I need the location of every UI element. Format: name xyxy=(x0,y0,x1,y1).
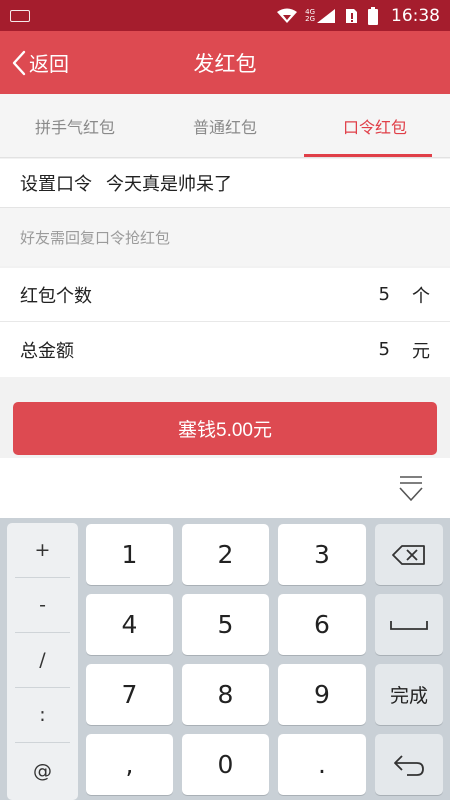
key-0[interactable]: 0 xyxy=(182,734,269,795)
key-period[interactable]: . xyxy=(278,734,366,795)
tab-normal-packet[interactable]: 普通红包 xyxy=(150,94,300,157)
key-8[interactable]: 8 xyxy=(182,664,269,725)
keyboard-indicator-icon xyxy=(10,9,30,22)
key-6[interactable]: 6 xyxy=(278,594,366,655)
signal-icon: 4G 2G xyxy=(305,8,335,23)
put-money-button[interactable]: 塞钱5.00元 xyxy=(13,402,437,455)
packet-count-label: 红包个数 xyxy=(20,285,92,307)
wifi-icon xyxy=(277,8,298,23)
page-title: 发红包 xyxy=(193,51,257,76)
symbol-key[interactable]: : xyxy=(15,688,70,743)
space-key[interactable] xyxy=(375,594,443,655)
total-amount-input[interactable]: 5 xyxy=(379,339,390,360)
tab-bar: 拼手气红包 普通红包 口令红包 xyxy=(0,94,450,158)
total-amount-label: 总金额 xyxy=(20,340,74,362)
key-9[interactable]: 9 xyxy=(278,664,366,725)
network-type-bottom: 2G xyxy=(305,14,315,23)
key-4[interactable]: 4 xyxy=(86,594,173,655)
space-icon xyxy=(390,620,428,630)
passcode-field[interactable]: 设置口令 今天真是帅呆了 xyxy=(0,159,450,208)
symbol-key[interactable]: / xyxy=(15,633,70,688)
total-amount-unit: 元 xyxy=(412,340,430,362)
status-time: 16:38 xyxy=(391,5,440,26)
numeric-keyboard: + - / : @ 1 2 3 4 5 6 7 8 9 完成 , 0 . xyxy=(0,518,450,800)
sim-alert-icon xyxy=(346,8,357,23)
packet-count-unit: 个 xyxy=(412,285,430,307)
packet-count-input[interactable]: 5 xyxy=(379,284,390,305)
passcode-label: 设置口令 xyxy=(20,174,92,195)
back-button[interactable]: 返回 xyxy=(12,31,69,94)
symbol-key[interactable]: @ xyxy=(15,743,70,798)
passcode-hint-text: 好友需回复口令抢红包 xyxy=(20,228,171,247)
backspace-icon xyxy=(392,544,425,565)
nav-bar: 返回 发红包 xyxy=(0,31,450,94)
key-2[interactable]: 2 xyxy=(182,524,269,585)
passcode-value[interactable]: 今天真是帅呆了 xyxy=(106,170,232,196)
enter-key[interactable] xyxy=(375,734,443,795)
enter-icon xyxy=(394,754,424,776)
back-label: 返回 xyxy=(29,52,69,76)
chevron-left-icon xyxy=(12,50,26,75)
symbol-key[interactable]: - xyxy=(15,578,70,633)
hide-keyboard-icon[interactable] xyxy=(398,474,424,502)
key-5[interactable]: 5 xyxy=(182,594,269,655)
backspace-key[interactable] xyxy=(375,524,443,585)
key-comma[interactable]: , xyxy=(86,734,173,795)
total-amount-row[interactable]: 总金额 5 元 xyxy=(0,322,450,377)
symbol-column[interactable]: + - / : @ xyxy=(7,523,78,800)
battery-icon xyxy=(368,6,378,25)
passcode-hint: 好友需回复口令抢红包 xyxy=(0,208,450,266)
key-1[interactable]: 1 xyxy=(86,524,173,585)
symbol-key[interactable]: + xyxy=(15,523,70,578)
packet-count-row[interactable]: 红包个数 5 个 xyxy=(0,268,450,322)
keyboard-toolbar xyxy=(0,458,450,518)
key-3[interactable]: 3 xyxy=(278,524,366,585)
key-7[interactable]: 7 xyxy=(86,664,173,725)
status-bar: 4G 2G 16:38 xyxy=(0,0,450,31)
tab-lucky-packet[interactable]: 拼手气红包 xyxy=(0,94,150,157)
tab-passcode-packet[interactable]: 口令红包 xyxy=(300,94,450,157)
done-key[interactable]: 完成 xyxy=(375,664,443,725)
